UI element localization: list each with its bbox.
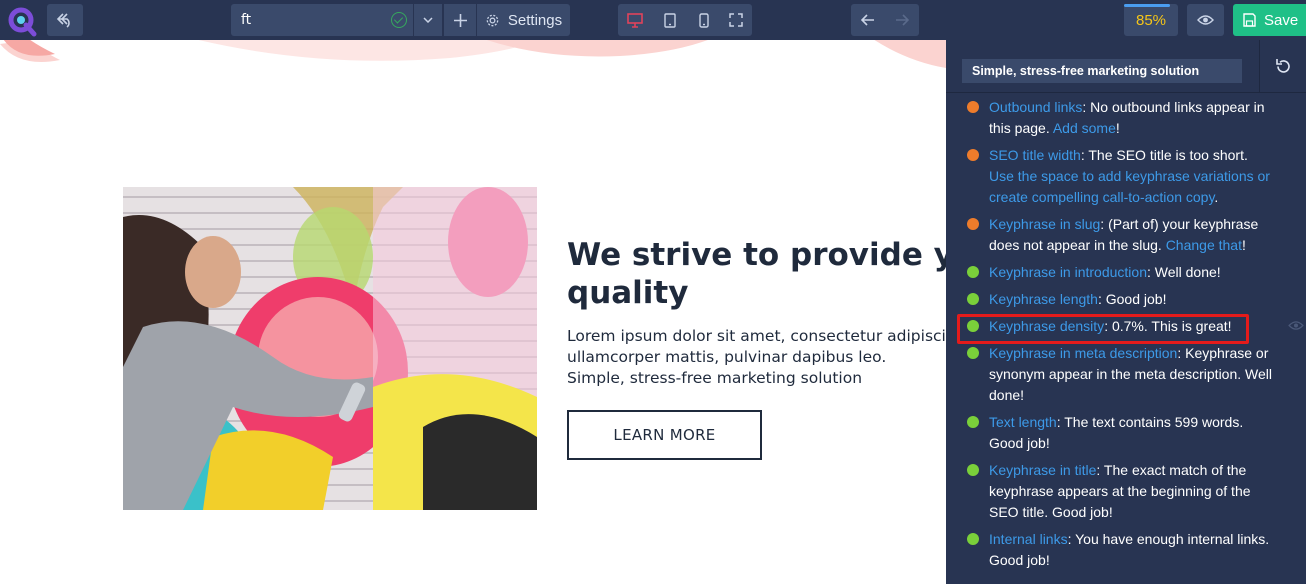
add-page-button[interactable] <box>444 4 476 36</box>
refresh-analysis-button[interactable] <box>1259 40 1306 93</box>
decorative-shape <box>0 40 946 68</box>
settings-button[interactable]: Settings <box>477 4 570 36</box>
save-icon <box>1243 13 1256 27</box>
top-toolbar: Settings 85% Save <box>0 0 1306 40</box>
result-link[interactable]: Keyphrase in title <box>989 462 1096 478</box>
save-button[interactable]: Save <box>1233 4 1306 36</box>
arrow-left-icon <box>861 14 874 26</box>
result-text: ! <box>1115 120 1120 136</box>
body-text: Lorem ipsum dolor sit amet, consectetur … <box>567 326 946 389</box>
eye-icon <box>1197 15 1214 25</box>
hero-image <box>123 187 537 510</box>
seo-result-item: Keyphrase length: Good job! <box>946 289 1286 310</box>
eye-icon[interactable] <box>1288 320 1304 331</box>
status-dot <box>967 293 979 305</box>
seo-result-item: Keyphrase in title: The exact match of t… <box>946 460 1286 523</box>
page-title-input[interactable] <box>231 4 381 36</box>
redo-button[interactable] <box>885 4 919 36</box>
device-switcher <box>618 4 752 36</box>
focus-keyphrase-input[interactable] <box>962 59 1242 83</box>
result-text: : Well done! <box>1147 264 1221 280</box>
status-dot <box>967 218 979 230</box>
seo-score-badge[interactable]: 85% <box>1124 4 1178 36</box>
result-link[interactable]: Use the space to add keyphrase variation… <box>989 168 1270 205</box>
save-label: Save <box>1264 11 1299 29</box>
result-text: . <box>1214 189 1219 205</box>
desktop-view-button[interactable] <box>618 4 651 36</box>
logo-icon[interactable] <box>6 5 38 37</box>
arrow-right-icon <box>896 14 909 26</box>
status-dot <box>967 416 979 428</box>
status-dot <box>967 266 979 278</box>
body-line-2: ullamcorper mattis, pulvinar dapibus leo… <box>567 348 887 366</box>
fullscreen-button[interactable] <box>719 4 752 36</box>
status-dot <box>967 149 979 161</box>
result-text: ! <box>1241 237 1246 253</box>
chevron-down-icon <box>423 17 433 23</box>
check-circle-icon <box>391 12 407 28</box>
result-link[interactable]: Internal links <box>989 531 1068 547</box>
headline-line-2: quality <box>567 275 689 311</box>
seo-result-item: Internal links: You have enough internal… <box>946 529 1286 571</box>
refresh-icon <box>1275 59 1290 73</box>
result-link[interactable]: Add some <box>1053 120 1116 136</box>
result-text: : The SEO title is too short. <box>1080 147 1248 163</box>
headline: We strive to provide you quality <box>567 236 946 312</box>
result-text: : Good job! <box>1097 291 1167 307</box>
mobile-view-button[interactable] <box>687 4 720 36</box>
page-canvas: We strive to provide you quality Lorem i… <box>0 40 946 584</box>
result-link[interactable]: Keyphrase length <box>989 291 1098 307</box>
desktop-icon <box>626 12 643 28</box>
seo-result-item: Outbound links: No outbound links appear… <box>946 97 1286 139</box>
undo-button[interactable] <box>851 4 885 36</box>
fullscreen-icon <box>728 13 743 27</box>
result-link[interactable]: SEO title width <box>989 147 1081 163</box>
result-link[interactable]: Keyphrase in meta description <box>989 345 1177 361</box>
preview-button[interactable] <box>1187 4 1224 36</box>
body-line-3: Simple, stress-free marketing solution <box>567 369 863 387</box>
headline-line-1: We strive to provide you <box>567 237 946 273</box>
status-dot <box>967 101 979 113</box>
status-dot <box>967 464 979 476</box>
seo-result-item: Keyphrase in introduction: Well done! <box>946 262 1286 283</box>
seo-result-item: Keyphrase in slug: (Part of) your keyphr… <box>946 214 1286 256</box>
result-link[interactable]: Change that <box>1166 237 1242 253</box>
mobile-icon <box>698 12 709 28</box>
settings-label: Settings <box>507 11 563 29</box>
result-link[interactable]: Keyphrase in slug <box>989 216 1100 232</box>
status-dot <box>967 533 979 545</box>
plus-icon <box>453 13 467 27</box>
result-link[interactable]: Outbound links <box>989 99 1082 115</box>
gear-icon <box>486 14 499 26</box>
page-title-field[interactable] <box>231 4 413 36</box>
undo-redo-group <box>851 4 919 36</box>
undo-history-icon <box>56 13 70 28</box>
result-link[interactable]: Keyphrase in introduction <box>989 264 1147 280</box>
highlight-box <box>957 314 1249 344</box>
seo-result-item: Text length: The text contains 599 words… <box>946 412 1286 454</box>
seo-result-item: Keyphrase in meta description: Keyphrase… <box>946 343 1286 406</box>
tablet-icon <box>663 12 676 28</box>
seo-result-item: SEO title width: The SEO title is too sh… <box>946 145 1286 208</box>
seo-analysis-panel: Outbound links: No outbound links appear… <box>946 40 1306 584</box>
body-line-1: Lorem ipsum dolor sit amet, consectetur … <box>567 327 946 345</box>
page-dropdown-button[interactable] <box>414 4 442 36</box>
status-dot <box>967 347 979 359</box>
undo-history-button[interactable] <box>47 4 83 36</box>
result-link[interactable]: Text length <box>989 414 1057 430</box>
tablet-view-button[interactable] <box>653 4 686 36</box>
learn-more-button[interactable]: LEARN MORE <box>567 410 762 460</box>
panel-header <box>946 40 1306 93</box>
